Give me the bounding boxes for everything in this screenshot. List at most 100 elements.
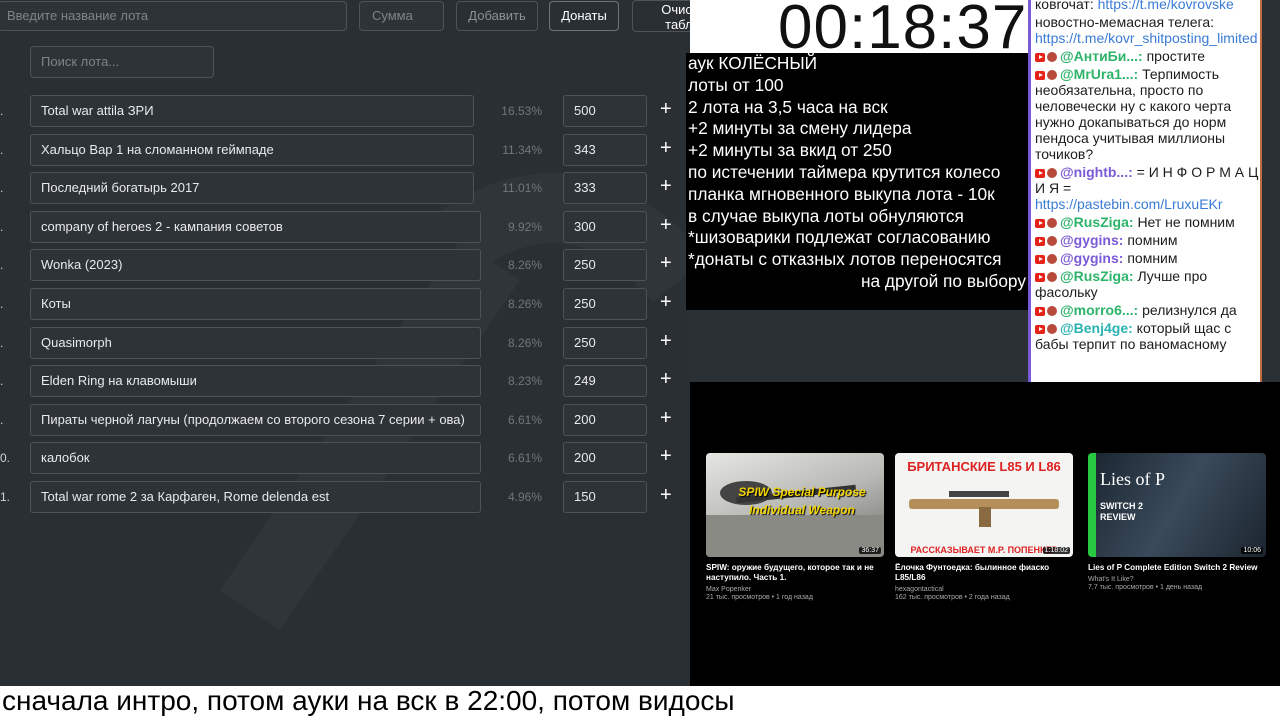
- lot-name-field[interactable]: Wonka (2023): [30, 249, 481, 282]
- lot-amount-field[interactable]: 333: [563, 172, 647, 205]
- chat-username[interactable]: @RusZiga:: [1060, 214, 1134, 230]
- video-card[interactable]: Lies of P SWITCH 2 REVIEW 10:06 Lies of …: [1088, 453, 1266, 591]
- lot-name-input[interactable]: Введите название лота: [0, 1, 347, 31]
- plus-icon[interactable]: +: [660, 292, 672, 312]
- rule-line: +2 минуты за смену лидера: [688, 118, 912, 139]
- clear-table-label-2: таблицу: [665, 17, 690, 32]
- plus-icon[interactable]: +: [660, 215, 672, 235]
- lot-row: . Elden Ring на клавомыши 8.23% 249 +: [0, 364, 690, 403]
- video-thumbnail[interactable]: SPIW Special Purpose Individual Weapon 3…: [706, 453, 884, 557]
- chat-username[interactable]: @gygins:: [1060, 232, 1123, 248]
- video-meta: 162 тыс. просмотров • 2 года назад: [895, 594, 1010, 601]
- lot-name-field[interactable]: Elden Ring на клавомыши: [30, 365, 481, 398]
- rifle-image: [909, 491, 1059, 527]
- plus-icon[interactable]: +: [660, 331, 672, 351]
- video-card[interactable]: БРИТАНСКИЕ L85 И L86 РАССКАЗЫВАЕТ М.Р. П…: [895, 453, 1073, 601]
- lot-name-field[interactable]: Quasimorph: [30, 326, 481, 359]
- lot-row: . company of heroes 2 - кампания советов 9…: [0, 210, 690, 249]
- lot-amount-field[interactable]: 200: [563, 403, 647, 436]
- lot-name-field[interactable]: Total war rome 2 за Карфаген, Rome delen…: [30, 480, 481, 513]
- amount-input[interactable]: Сумма: [359, 1, 444, 31]
- plus-icon[interactable]: +: [660, 446, 672, 466]
- clear-table-button[interactable]: Очистить таблицу: [632, 0, 690, 32]
- thumb-text-2: SWITCH 2 REVIEW: [1100, 501, 1144, 522]
- chat-message: @morro6...: релизнулся да: [1035, 302, 1260, 318]
- rule-line: *шизоварики подлежат согласованию: [688, 227, 991, 248]
- lot-name-field[interactable]: Хальцо Вар 1 на сломанном геймпаде: [30, 133, 474, 166]
- chat-intro-text-2: новостно-мемасная телега:: [1035, 14, 1214, 30]
- rule-line: на другой по выбору: [860, 270, 1026, 291]
- video-channel[interactable]: Max Popenker: [706, 586, 884, 593]
- video-meta: 7,7 тыс. просмотров • 1 день назад: [1088, 584, 1203, 591]
- lot-name-field[interactable]: Пираты черной лагуны (продолжаем со втор…: [30, 403, 481, 436]
- chat-username[interactable]: @MrUra1...:: [1060, 66, 1138, 82]
- lot-amount-field[interactable]: 250: [563, 326, 647, 359]
- avatar: [1047, 218, 1057, 229]
- lot-number: .: [0, 104, 4, 118]
- video-title[interactable]: Ёлочка Фунтоедка: былинное фиаско L85/L8…: [895, 563, 1073, 583]
- lot-amount-field[interactable]: 343: [563, 133, 647, 166]
- lot-name-field[interactable]: калобок: [30, 442, 481, 475]
- donations-button[interactable]: Донаты: [549, 1, 619, 31]
- lot-row: . Total war attila ЗРИ 16.53% 500 +: [0, 94, 690, 133]
- lot-row: 0. калобок 6.61% 200 +: [0, 441, 690, 480]
- plus-icon[interactable]: +: [660, 485, 672, 505]
- video-card[interactable]: SPIW Special Purpose Individual Weapon 3…: [706, 453, 884, 601]
- lot-amount-field[interactable]: 500: [563, 95, 647, 127]
- video-channel[interactable]: What's It Like?: [1088, 576, 1266, 583]
- rule-line: +2 минуты за вкид от 250: [688, 140, 892, 161]
- plus-icon[interactable]: +: [660, 176, 672, 196]
- youtube-icon: [1035, 168, 1045, 178]
- chat-message: @АнтиБи...: простите: [1035, 48, 1260, 64]
- lot-number: .: [0, 412, 4, 427]
- chat-username[interactable]: @gygins:: [1060, 250, 1123, 266]
- avatar: [1047, 168, 1057, 179]
- avatar: [1047, 236, 1057, 247]
- lot-percent: 8.26%: [507, 335, 542, 350]
- chat-username[interactable]: @nightb...:: [1060, 164, 1133, 180]
- youtube-icon: [1035, 272, 1045, 282]
- chat-username[interactable]: @АнтиБи...:: [1060, 48, 1143, 64]
- plus-icon[interactable]: +: [660, 369, 672, 389]
- plus-icon[interactable]: +: [660, 99, 672, 119]
- bottom-banner: сначала интро, потом ауки на вск в 22:00…: [0, 685, 1280, 720]
- lot-amount-field[interactable]: 250: [563, 249, 647, 282]
- lot-percent: 8.26%: [507, 258, 542, 273]
- chat-username[interactable]: @RusZiga:: [1060, 268, 1134, 284]
- lot-amount-field[interactable]: 250: [563, 287, 647, 320]
- chat-username[interactable]: @morro6...:: [1060, 302, 1138, 318]
- chat-username[interactable]: @Benj4ge:: [1060, 320, 1133, 336]
- avatar: [1047, 272, 1057, 283]
- chat-intro-2: новостно-мемасная телега: https://t.me/k…: [1035, 14, 1260, 46]
- chat-link[interactable]: https://pastebin.com/LruxuEKr: [1035, 196, 1223, 212]
- chat-intro-link[interactable]: https://t.me/kovrovske: [1098, 0, 1234, 12]
- plus-icon[interactable]: +: [660, 253, 672, 273]
- video-channel[interactable]: hexagontactical: [895, 586, 1073, 593]
- chat-intro: ковrочат: https://t.me/kovrovske: [1035, 0, 1260, 12]
- lot-name-field[interactable]: company of heroes 2 - кампания советов: [30, 210, 481, 243]
- lot-name-field[interactable]: Последний богатырь 2017: [30, 172, 474, 205]
- lot-number: .: [0, 335, 4, 350]
- video-thumbnail[interactable]: Lies of P SWITCH 2 REVIEW 10:06: [1088, 453, 1266, 557]
- lot-name-field[interactable]: Коты: [30, 287, 481, 320]
- chat-intro-link-2[interactable]: https://t.me/kovr_shitposting_limited: [1035, 30, 1258, 46]
- lot-number: 0.: [0, 451, 11, 466]
- chat-message: @nightb...: = И Н Ф О Р М А Ц И Я = https…: [1035, 164, 1260, 212]
- lot-amount-field[interactable]: 150: [563, 480, 647, 513]
- lot-amount-field[interactable]: 249: [563, 365, 647, 398]
- plus-icon[interactable]: +: [660, 138, 672, 158]
- video-title[interactable]: Lies of P Complete Edition Switch 2 Revi…: [1088, 563, 1266, 573]
- lot-search-input[interactable]: Поиск лота...: [30, 46, 214, 78]
- video-thumbnail[interactable]: БРИТАНСКИЕ L85 И L86 РАССКАЗЫВАЕТ М.Р. П…: [895, 453, 1073, 557]
- lot-amount-field[interactable]: 300: [563, 210, 647, 243]
- thumb-text: Lies of P: [1100, 469, 1165, 489]
- youtube-icon: [1035, 236, 1045, 246]
- add-button[interactable]: Добавить: [456, 1, 538, 31]
- lot-name-field[interactable]: Total war attila ЗРИ: [30, 95, 474, 127]
- video-duration: 36:37: [859, 547, 881, 554]
- plus-icon[interactable]: +: [660, 408, 672, 428]
- lot-amount-field[interactable]: 200: [563, 442, 647, 475]
- youtube-icon: [1035, 218, 1045, 228]
- video-title[interactable]: SPIW: оружие будущего, которое так и не …: [706, 563, 884, 583]
- lot-number: .: [0, 181, 4, 196]
